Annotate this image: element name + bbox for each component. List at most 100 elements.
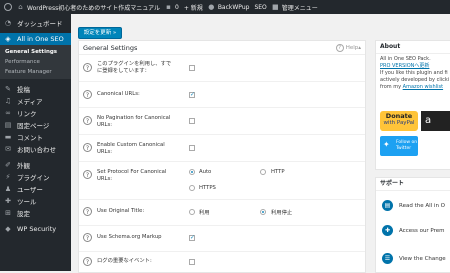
menu-label: コメント (17, 134, 43, 142)
help-icon[interactable]: ? (83, 63, 92, 72)
canonical-urls-checkbox[interactable]: ✓ (189, 92, 195, 98)
about-line: All in One SEO Pack. (380, 56, 431, 62)
changelog-icon: ☰ (382, 253, 393, 264)
menu-label: リンク (17, 110, 37, 118)
submenu-feature-manager[interactable]: Feature Manager (0, 67, 71, 77)
brush-icon: ✐ (5, 161, 11, 169)
no-pagination-checkbox[interactable] (189, 118, 195, 124)
collapse-arrow-icon: ▴ (358, 45, 361, 51)
radio-label: HTTPS (199, 185, 216, 191)
setting-row-log-events: ? ログの重要なイベント: (79, 252, 365, 272)
help-icon[interactable]: ? (83, 90, 92, 99)
seo-link[interactable]: SEO (254, 4, 266, 11)
twitter-follow-button[interactable]: ✦ Follow on Twitter (380, 136, 418, 156)
amazon-wishlist-button[interactable]: a (421, 111, 450, 131)
menu-settings[interactable]: ⊞ 設定 (0, 207, 71, 219)
original-title-disable-radio[interactable] (260, 209, 266, 215)
help-icon[interactable]: ? (83, 170, 92, 179)
backwpup-label: BackWPup (217, 3, 250, 11)
menu-tools[interactable]: ✚ ツール (0, 195, 71, 207)
settings-icon: ⊞ (5, 209, 11, 217)
menu-label: ダッシュボード (17, 20, 63, 28)
backwpup-link[interactable]: ● BackWPup (208, 3, 250, 11)
protocol-https-radio[interactable] (189, 185, 195, 191)
new-content-link[interactable]: + 新規 (184, 3, 203, 12)
pin-icon: ✎ (5, 85, 11, 93)
menu-dashboard[interactable]: ◔ ダッシュボード (0, 17, 71, 29)
setting-label: Use Original Title: (97, 208, 145, 214)
comments-count: 0 (175, 3, 179, 11)
menu-pages[interactable]: ▤ 固定ページ (0, 119, 71, 131)
support-label: View the Change (399, 255, 446, 262)
menu-appearance[interactable]: ✐ 外観 (0, 159, 71, 171)
support-item-docs[interactable]: ▤ Read the All in O (382, 200, 445, 211)
radio-label: 利用 (199, 210, 210, 216)
custom-canonical-checkbox[interactable] (189, 145, 195, 151)
support-icon: ✚ (382, 225, 393, 236)
setting-row-protocol: ? Set Protocol For Canonical URLs: Auto … (79, 162, 365, 200)
comment-icon: ▪ (166, 2, 171, 11)
plugin-icon: ⚡ (5, 173, 11, 181)
user-icon: ♟ (4, 185, 12, 193)
radio-label: HTTP (271, 169, 285, 175)
help-icon[interactable]: ? (83, 116, 92, 125)
shield-icon: ◆ (5, 225, 11, 233)
already-registered-checkbox[interactable] (189, 65, 195, 71)
home-icon: ⌂ (18, 2, 23, 11)
menu-label: 投稿 (17, 86, 30, 94)
help-icon[interactable]: ? (83, 233, 92, 242)
support-title: サポート (376, 178, 450, 191)
help-icon[interactable]: ? (83, 143, 92, 152)
menu-label: 外観 (17, 162, 30, 170)
support-box: サポート ▤ Read the All in O ✚ Access our Pr… (375, 177, 450, 273)
amazon-wishlist-link[interactable]: Amazon wishlist (403, 84, 443, 90)
menu-users[interactable]: ♟ ユーザー (0, 183, 71, 195)
support-item-premium[interactable]: ✚ Access our Prem (382, 225, 445, 236)
pro-version-link[interactable]: PRO VERSIONへ更新 (380, 63, 429, 69)
wordpress-logo-icon[interactable] (4, 3, 12, 11)
submenu-general-settings[interactable]: General Settings (0, 47, 71, 57)
site-title: WordPress初心者のためのサイト作成マニュアル (27, 4, 161, 12)
menu-wp-security[interactable]: ◆ WP Security (0, 223, 71, 235)
setting-label: No Pagination for Canonical URLs: (97, 115, 171, 128)
protocol-http-radio[interactable] (260, 169, 266, 175)
setting-row-no-pagination: ? No Pagination for Canonical URLs: (79, 108, 365, 135)
radio-label: Auto (199, 169, 212, 175)
about-title: About (376, 41, 450, 54)
page-icon: ▤ (4, 121, 12, 129)
support-item-changelog[interactable]: ☰ View the Change (382, 253, 446, 264)
comments-link[interactable]: ▪ 0 (165, 2, 179, 11)
site-name-link[interactable]: ⌂ WordPress初心者のためのサイト作成マニュアル (17, 3, 160, 12)
menu-posts[interactable]: ✎ 投稿 (0, 83, 71, 95)
help-icon[interactable]: ? (83, 207, 92, 216)
submenu-performance[interactable]: Performance (0, 57, 71, 67)
menu-all-in-one-seo[interactable]: ◈ All in One SEO (0, 33, 71, 45)
donate-subtitle: with PayPal (383, 120, 415, 126)
menu-links[interactable]: ∞ リンク (0, 107, 71, 119)
support-label: Access our Prem (399, 227, 445, 234)
dashboard-icon: ◔ (4, 19, 12, 27)
menu-media[interactable]: ♫ メディア (0, 95, 71, 107)
log-events-checkbox[interactable] (189, 259, 195, 265)
admin-menu-icon: ■ (271, 2, 279, 11)
menu-comments[interactable]: ▬ コメント (0, 131, 71, 143)
admin-menu-link[interactable]: ■ 管理メニュー (272, 3, 318, 12)
protocol-auto-radio[interactable] (189, 169, 195, 175)
radio-label: 利用停止 (271, 210, 293, 216)
update-settings-button[interactable]: 設定を更新 » (78, 27, 122, 39)
schema-markup-checkbox[interactable]: ✓ (189, 235, 195, 241)
help-toggle[interactable]: ? Help ▴ (335, 44, 361, 52)
setting-label: Canonical URLs: (97, 91, 140, 97)
paypal-donate-button[interactable]: Donate with PayPal (380, 111, 418, 131)
amazon-logo-icon: a (425, 115, 432, 126)
help-icon: ? (335, 44, 344, 52)
menu-contact[interactable]: ✉ お問い合わせ (0, 143, 71, 155)
aioseo-icon: ◈ (5, 35, 11, 43)
about-text: All in One SEO Pack. PRO VERSIONへ更新 If y… (376, 54, 450, 93)
setting-label: Use Schema.org Markup (97, 234, 162, 240)
menu-label: ユーザー (17, 186, 43, 194)
menu-plugins[interactable]: ⚡ プラグイン (0, 171, 71, 183)
panel-title: General Settings (83, 43, 138, 52)
original-title-enable-radio[interactable] (189, 209, 195, 215)
help-icon[interactable]: ? (83, 257, 92, 266)
